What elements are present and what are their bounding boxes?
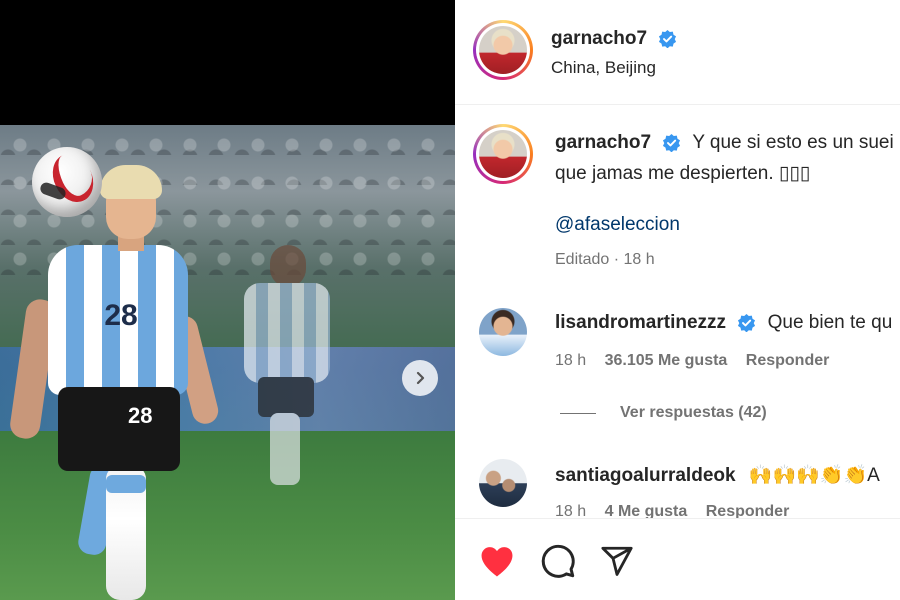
comment-text: 🙌🙌🙌👏👏A [748, 465, 880, 486]
comment-row: santiagoalurraldeok 🙌🙌🙌👏👏A [555, 463, 880, 487]
verified-badge-icon [663, 134, 681, 153]
main-player: 28 28 [8, 165, 221, 600]
background-player [240, 245, 340, 485]
comment-likes[interactable]: 36.105 Me gusta [605, 352, 728, 369]
author-username-row: garnacho7 [551, 28, 677, 50]
caption-text-line2: que jamas me despierten. ▯▯▯ [555, 163, 811, 184]
view-replies-button[interactable]: Ver respuestas (42) [560, 404, 767, 422]
author-username[interactable]: garnacho7 [551, 28, 647, 49]
share-icon [601, 546, 633, 576]
share-button[interactable] [597, 541, 637, 581]
comment-meta: 18 h 36.105 Me gusta Responder [555, 352, 829, 370]
author-avatar[interactable] [473, 20, 533, 80]
caption-username[interactable]: garnacho7 [555, 132, 651, 153]
heart-icon [481, 547, 513, 577]
caption-first-line: garnacho7 Y que si esto es un suei [555, 132, 894, 154]
replies-divider [560, 412, 596, 414]
caption-edited-timestamp: Editado · 18 h [555, 251, 655, 268]
post-header: garnacho7 China, Beijing [455, 0, 900, 105]
shorts-number: 28 [128, 403, 153, 428]
jersey-number: 28 [104, 299, 138, 332]
post-details-panel: garnacho7 China, Beijing garnacho7 Y que… [455, 0, 900, 600]
caption-author-avatar[interactable] [473, 124, 533, 184]
comment-icon [541, 544, 575, 578]
post-photo[interactable]: 28 28 [0, 125, 455, 600]
verified-badge-icon [738, 314, 756, 333]
view-replies-label: Ver respuestas (42) [620, 404, 767, 421]
reply-button[interactable]: Responder [746, 352, 830, 369]
caption-text-line1: Y que si esto es un suei [692, 132, 894, 153]
chevron-right-icon [416, 371, 425, 385]
post-media: 28 28 [0, 0, 455, 600]
comment-avatar[interactable] [479, 308, 527, 356]
next-slide-button[interactable] [402, 360, 438, 396]
like-button[interactable] [477, 541, 517, 581]
caption-mention[interactable]: @afaseleccion [555, 214, 680, 236]
post-location[interactable]: China, Beijing [551, 58, 656, 78]
comment-text: Que bien te qu [767, 312, 893, 333]
football [32, 147, 102, 217]
post-action-bar [455, 518, 900, 600]
comment-row: lisandromartinezzz Que bien te qu [555, 312, 892, 334]
comment-avatar[interactable] [479, 459, 527, 507]
comment-username[interactable]: santiagoalurraldeok [555, 465, 736, 486]
comment-button[interactable] [538, 541, 578, 581]
comment-time: 18 h [555, 352, 587, 369]
comment-username[interactable]: lisandromartinezzz [555, 312, 726, 333]
verified-badge-icon [659, 30, 677, 49]
